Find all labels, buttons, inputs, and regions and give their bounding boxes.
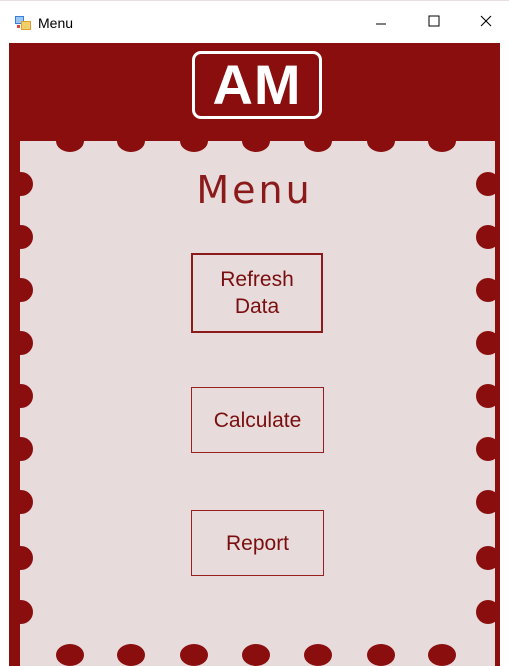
report-label: Report — [225, 531, 290, 555]
calculate-label: Calculate — [213, 408, 302, 432]
refresh-data-label: Refresh Data — [220, 266, 294, 320]
calculate-button[interactable]: Calculate — [191, 387, 324, 453]
refresh-data-label-line2: Data — [234, 295, 280, 318]
refresh-data-button[interactable]: Refresh Data — [191, 253, 323, 333]
report-button[interactable]: Report — [191, 510, 324, 576]
refresh-data-label-line1: Refresh — [220, 268, 294, 291]
menu-heading: Menu — [196, 168, 313, 212]
